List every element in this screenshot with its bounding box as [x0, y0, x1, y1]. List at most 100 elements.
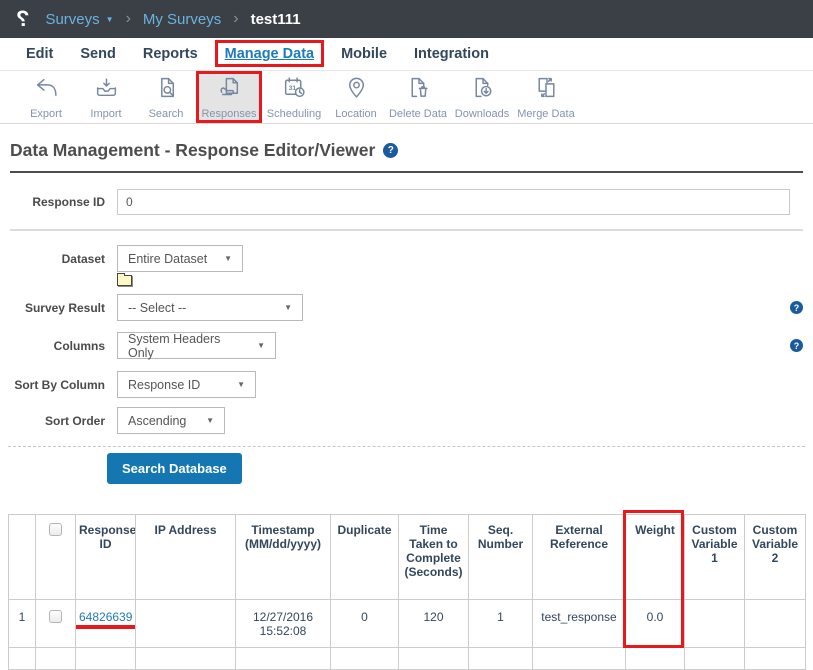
questionpro-logo[interactable]: ? — [16, 6, 29, 32]
nav-tab-integration[interactable]: Integration — [414, 46, 489, 62]
col-timestamp: Timestamp (MM/dd/yyyy) — [236, 515, 331, 600]
nav-tab-manage-data[interactable]: Manage Data — [225, 46, 314, 62]
survey-result-help-icon[interactable]: ? — [790, 301, 803, 314]
row-select-cell — [36, 600, 76, 648]
select-all-header — [36, 515, 76, 600]
nav-tab-edit[interactable]: Edit — [26, 46, 53, 62]
chevron-down-icon: ▼ — [257, 341, 265, 350]
annotation-underline-response-id — [76, 625, 136, 629]
scheduling-button[interactable]: 31 Scheduling — [262, 71, 326, 123]
columns-help-icon[interactable]: ? — [790, 339, 803, 352]
survey-result-select[interactable]: -- Select -- ▼ — [117, 294, 303, 321]
custom-variable-1-cell — [685, 600, 745, 648]
columns-select[interactable]: System Headers Only ▼ — [117, 332, 276, 359]
col-custom-variable-1: Custom Variable 1 — [685, 515, 745, 600]
col-response-id: Response ID — [76, 515, 136, 600]
dataset-value: Entire Dataset — [128, 252, 207, 266]
sort-order-label: Sort Order — [10, 414, 105, 428]
chevron-down-icon: ▼ — [284, 303, 292, 312]
chevron-down-icon: ▼ — [224, 254, 232, 263]
import-icon — [94, 75, 119, 105]
select-all-checkbox[interactable] — [49, 523, 62, 536]
timestamp-date: 12/27/2016 — [239, 610, 327, 624]
search-database-button[interactable]: Search Database — [107, 453, 242, 484]
sort-order-select[interactable]: Ascending ▼ — [117, 407, 225, 434]
merge-data-button[interactable]: Merge Data — [514, 71, 578, 123]
chevron-down-icon: ▼ — [206, 416, 214, 425]
delete-data-button[interactable]: Delete Data — [386, 71, 450, 123]
breadcrumb-my-surveys[interactable]: My Surveys — [143, 11, 221, 28]
response-id-label: Response ID — [10, 195, 105, 209]
dataset-select[interactable]: Entire Dataset ▼ — [117, 245, 243, 272]
import-button[interactable]: Import — [76, 71, 136, 123]
custom-variable-2-cell — [745, 600, 806, 648]
results-table: Response ID IP Address Timestamp (MM/dd/… — [8, 514, 806, 670]
col-custom-variable-2: Custom Variable 2 — [745, 515, 806, 600]
nav-tab-send[interactable]: Send — [80, 46, 115, 62]
sort-order-value: Ascending — [128, 414, 186, 428]
location-button[interactable]: Location — [326, 71, 386, 123]
results-table-wrap: Response ID IP Address Timestamp (MM/dd/… — [8, 514, 805, 670]
export-icon — [34, 75, 59, 105]
responses-icon — [217, 75, 242, 105]
breadcrumb-surveys-label: Surveys — [45, 11, 99, 28]
duplicate-cell: 0 — [331, 600, 399, 648]
col-seq-number: Seq. Number — [469, 515, 533, 600]
import-label: Import — [90, 108, 121, 120]
responses-label: Responses — [201, 108, 256, 120]
scheduling-icon: 31 — [282, 75, 307, 105]
nav-tab-reports[interactable]: Reports — [143, 46, 198, 62]
table-header-row: Response ID IP Address Timestamp (MM/dd/… — [9, 515, 806, 600]
table-row-partial — [9, 648, 806, 670]
col-weight: Weight — [626, 515, 685, 600]
row-number-header — [9, 515, 36, 600]
breadcrumb-separator-icon: › — [233, 10, 238, 28]
delete-data-icon — [406, 75, 431, 105]
dataset-folder-icon[interactable] — [117, 275, 132, 286]
survey-result-label: Survey Result — [10, 301, 105, 315]
merge-data-label: Merge Data — [517, 108, 574, 120]
scheduling-label: Scheduling — [267, 108, 321, 120]
response-id-input[interactable] — [117, 189, 790, 215]
downloads-button[interactable]: Downloads — [450, 71, 514, 123]
response-id-cell: 64826639 — [76, 600, 136, 648]
responses-button[interactable]: Responses — [196, 71, 262, 123]
title-divider — [10, 171, 803, 173]
search-button[interactable]: Search — [136, 71, 196, 123]
weight-cell: 0.0 — [626, 600, 685, 648]
timestamp-time: 15:52:08 — [239, 624, 327, 638]
manage-data-toolbar: Export Import Search Responses 31 — [0, 71, 813, 124]
search-icon — [154, 75, 179, 105]
external-reference-cell: test_response — [533, 600, 626, 648]
export-button[interactable]: Export — [16, 71, 76, 123]
help-icon[interactable]: ? — [383, 143, 398, 158]
downloads-icon — [470, 75, 495, 105]
row-checkbox[interactable] — [49, 610, 62, 623]
table-row: 1 64826639 12/27/2016 15:52:08 0 120 1 t… — [9, 600, 806, 648]
time-taken-cell: 120 — [399, 600, 469, 648]
col-external-reference: External Reference — [533, 515, 626, 600]
nav-tab-manage-data-label: Manage Data — [225, 46, 314, 62]
col-ip-address: IP Address — [136, 515, 236, 600]
chevron-down-icon: ▼ — [237, 380, 245, 389]
breadcrumb-current-survey: test111 — [251, 11, 301, 28]
form-dashed-divider — [8, 446, 805, 447]
export-label: Export — [30, 108, 62, 120]
nav-tab-mobile[interactable]: Mobile — [341, 46, 387, 62]
breadcrumb-separator-icon: › — [126, 10, 131, 28]
merge-data-icon — [534, 75, 559, 105]
top-bar: ? Surveys ▼ › My Surveys › test111 — [0, 0, 813, 38]
sort-by-column-select[interactable]: Response ID ▼ — [117, 371, 256, 398]
chevron-down-icon: ▼ — [106, 15, 114, 24]
breadcrumb-surveys[interactable]: Surveys ▼ — [45, 11, 113, 28]
columns-value: System Headers Only — [128, 332, 247, 360]
page-title: Data Management - Response Editor/Viewer — [10, 140, 375, 161]
main-nav: Edit Send Reports Manage Data Mobile Int… — [0, 38, 813, 71]
delete-data-label: Delete Data — [389, 108, 447, 120]
form-divider — [10, 229, 803, 231]
seq-number-cell: 1 — [469, 600, 533, 648]
timestamp-cell: 12/27/2016 15:52:08 — [236, 600, 331, 648]
row-number-cell: 1 — [9, 600, 36, 648]
response-id-link[interactable]: 64826639 — [79, 610, 132, 624]
location-icon — [344, 75, 369, 105]
